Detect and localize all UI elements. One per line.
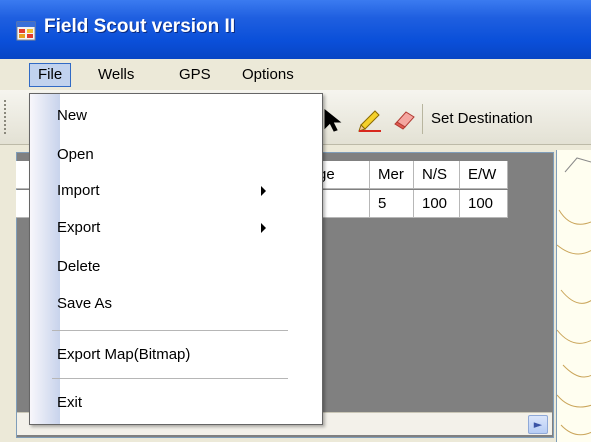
- menu-icon-strip: [30, 94, 60, 424]
- menu-file[interactable]: File: [29, 63, 72, 87]
- app-window: Field Scout version II File Wells GPS Op…: [0, 0, 591, 442]
- grid-header-col[interactable]: Mer: [370, 161, 414, 189]
- menu-item-import[interactable]: Import: [57, 176, 100, 206]
- menu-item-exit[interactable]: Exit: [57, 388, 82, 418]
- scroll-right-arrow-icon[interactable]: ►: [528, 415, 548, 434]
- eraser-icon[interactable]: [393, 108, 417, 130]
- table-cell[interactable]: 5: [370, 190, 414, 218]
- menu-item-delete[interactable]: Delete: [57, 252, 100, 282]
- window-title: Field Scout version II: [44, 16, 236, 37]
- menu-bar: File Wells GPS Options: [0, 59, 591, 90]
- toolbar-separator: [422, 104, 423, 134]
- menu-item-new[interactable]: New: [57, 101, 87, 131]
- map-view[interactable]: [556, 150, 591, 442]
- menu-wells[interactable]: Wells: [90, 64, 142, 86]
- pencil-icon[interactable]: [356, 106, 384, 134]
- cursor-icon[interactable]: [322, 108, 346, 134]
- table-cell[interactable]: 100: [460, 190, 508, 218]
- menu-separator: [52, 330, 288, 331]
- set-destination-button[interactable]: Set Destination: [431, 110, 533, 127]
- submenu-arrow-icon: [261, 223, 266, 233]
- menu-item-export[interactable]: Export: [57, 213, 100, 243]
- submenu-arrow-icon: [261, 186, 266, 196]
- menu-item-export-map[interactable]: Export Map(Bitmap): [57, 340, 190, 370]
- app-icon: [16, 21, 36, 41]
- menu-options[interactable]: Options: [234, 64, 302, 86]
- grid-header-col[interactable]: E/W: [460, 161, 508, 189]
- menu-separator: [52, 378, 288, 379]
- toolbar-grip[interactable]: [4, 100, 9, 134]
- grid-header-col[interactable]: N/S: [414, 161, 460, 189]
- table-cell[interactable]: 100: [414, 190, 460, 218]
- menu-gps[interactable]: GPS: [171, 64, 219, 86]
- title-bar[interactable]: Field Scout version II: [0, 0, 591, 59]
- menu-item-save-as[interactable]: Save As: [57, 289, 112, 319]
- menu-item-open[interactable]: Open: [57, 140, 94, 170]
